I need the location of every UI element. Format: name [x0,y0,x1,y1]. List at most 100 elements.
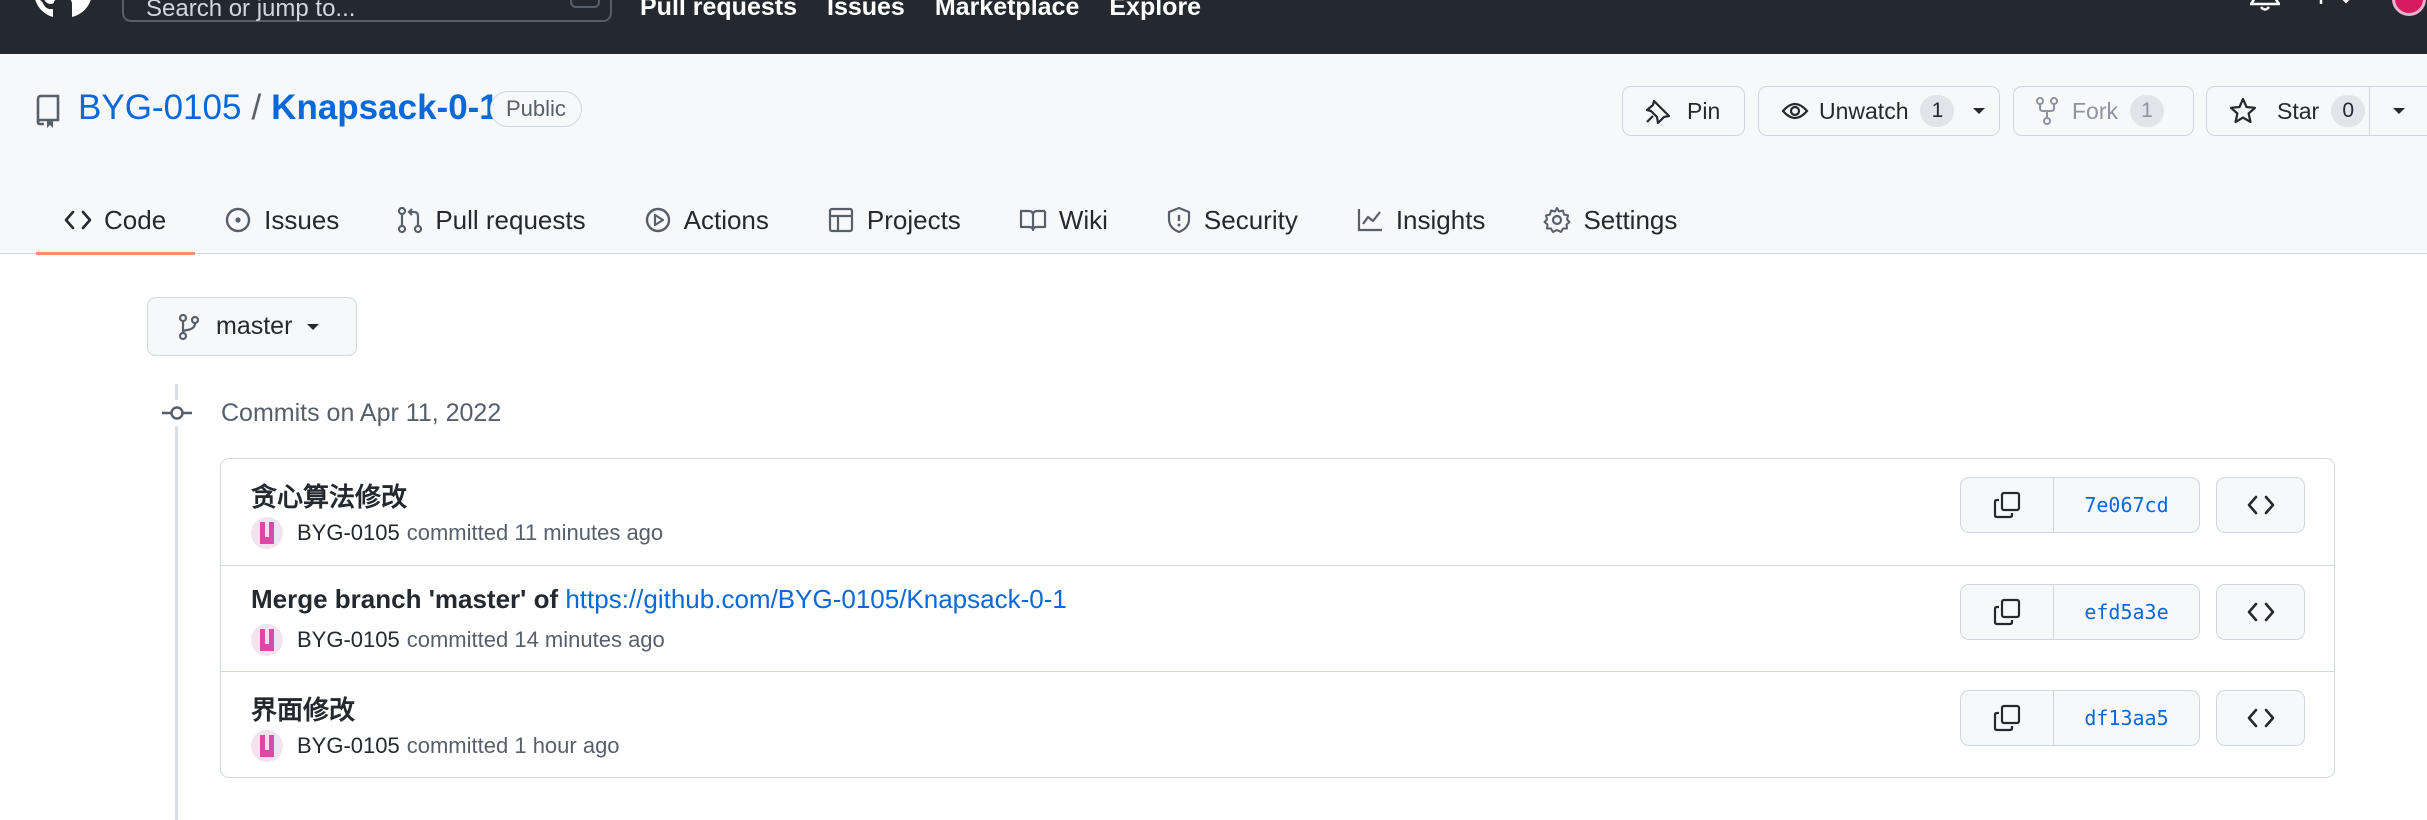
copy-icon [1993,704,2021,732]
book-icon [1019,209,1046,232]
repo-header: BYG-0105 / Knapsack-0-1 Public Pin Unwat… [0,54,2427,255]
tab-security[interactable]: Security [1137,186,1327,254]
tab-insights-label: Insights [1395,204,1486,235]
user-avatar[interactable] [2392,0,2426,16]
chevron-down-icon [2393,108,2405,114]
commit-verb: committed [406,627,509,652]
sha-button-group: efd5a3e [1960,584,2200,640]
tab-security-label: Security [1203,204,1298,235]
commit-message-link[interactable]: 界面修改 [251,690,355,727]
author-avatar[interactable] [251,624,283,656]
star-dropdown-button[interactable] [2369,86,2427,136]
tab-projects[interactable]: Projects [798,186,990,254]
tab-wiki[interactable]: Wiki [990,186,1137,254]
browse-repo-button[interactable] [2216,690,2305,746]
commit-row: Merge branch 'master' of https://github.… [221,565,2334,671]
repo-title: BYG-0105 / Knapsack-0-1 [78,88,499,128]
commit-sha-link[interactable]: efd5a3e [2054,585,2199,639]
copy-icon [1993,491,2021,519]
tab-settings[interactable]: Settings [1514,186,1706,254]
commit-message-link[interactable]: 贪心算法修改 [251,477,407,514]
browse-repo-button[interactable] [2216,477,2305,533]
commit-time: 11 minutes ago [514,520,664,545]
pull-request-icon [398,206,423,234]
star-count: 0 [2331,95,2366,127]
tab-issues-label: Issues [264,204,340,235]
commit-message: 界面修改 [251,695,356,725]
visibility-badge: Public [490,91,582,127]
repo-owner-link[interactable]: BYG-0105 [78,88,241,128]
copy-sha-button[interactable] [1961,691,2054,745]
commit-verb: committed [406,733,509,758]
nav-pull-requests[interactable]: Pull requests [640,0,797,22]
commit-verb: committed [406,520,509,545]
tab-insights[interactable]: Insights [1327,186,1515,254]
commit-message: 贪心算法修改 [251,482,408,512]
tab-issues[interactable]: Issues [195,186,368,254]
chevron-down-icon [1973,108,1986,114]
chevron-down-icon [307,323,320,330]
sha-button-group: 7e067cd [1960,477,2200,533]
commit-group-title: Commits on Apr 11, 2022 [221,399,502,427]
nav-issues[interactable]: Issues [827,0,905,22]
commit-meta: BYG-0105 committed 11 minutes ago [251,517,663,549]
eye-icon [1781,102,1809,120]
unwatch-button[interactable]: Unwatch 1 [1758,86,2000,136]
copy-sha-button[interactable] [1961,478,2054,532]
tab-wiki-label: Wiki [1058,204,1108,235]
table-icon [828,207,853,233]
tab-pull-requests-label: Pull requests [435,204,586,235]
tab-actions[interactable]: Actions [615,186,798,254]
repo-tabs: Code Issues Pull requests Actions Projec… [36,186,1706,255]
gear-icon [1543,207,1571,233]
code-icon [2247,495,2274,515]
author-name-link[interactable]: BYG-0105 [297,627,400,653]
star-button[interactable]: Star 0 [2206,86,2370,136]
code-icon [2247,708,2274,728]
shield-icon [1167,206,1191,234]
copy-sha-button[interactable] [1961,585,2054,639]
pin-button[interactable]: Pin [1622,86,1745,136]
tab-code[interactable]: Code [36,186,196,255]
browse-repo-button[interactable] [2216,584,2305,640]
repo-name-link[interactable]: Knapsack-0-1 [271,88,499,128]
commit-sha-link[interactable]: df13aa5 [2054,691,2199,745]
branch-select-button[interactable]: master [147,297,357,356]
fork-icon [2036,97,2058,125]
tab-code-label: Code [104,204,167,235]
author-name-link[interactable]: BYG-0105 [297,520,400,546]
create-new-icon[interactable] [2310,0,2362,16]
play-icon [645,207,670,233]
issue-icon [225,207,251,233]
code-icon [64,210,92,230]
commit-meta: BYG-0105 committed 14 minutes ago [251,624,665,656]
global-nav: Pull requests Issues Marketplace Explore [640,0,1201,22]
commit-message: Merge branch 'master' of [251,584,566,614]
tab-pull-requests[interactable]: Pull requests [368,186,614,254]
search-shortcut-key: / [570,0,600,8]
github-logo-icon[interactable] [32,0,94,26]
fork-button[interactable]: Fork 1 [2013,86,2194,136]
branch-icon [178,313,200,340]
search-input[interactable]: Search or jump to... / [122,0,612,22]
commit-row: 界面修改 BYG-0105 committed 1 hour ago df13a… [221,671,2334,777]
commit-meta: BYG-0105 committed 1 hour ago [251,730,620,762]
active-tab-underline [36,252,196,255]
repo-icon [36,94,60,128]
bell-icon[interactable] [2250,0,2280,14]
commit-sha-link[interactable]: 7e067cd [2054,478,2199,532]
star-label: Star [2277,97,2320,124]
watch-count: 1 [1920,95,1955,127]
commit-message-url-link[interactable]: https://github.com/BYG-0105/Knapsack-0-1 [565,584,1067,614]
nav-marketplace[interactable]: Marketplace [935,0,1080,22]
author-avatar[interactable] [251,517,283,549]
author-avatar[interactable] [251,730,283,762]
commit-message-link[interactable]: Merge branch 'master' of https://github.… [251,584,1067,615]
nav-explore[interactable]: Explore [1109,0,1201,22]
tab-actions-label: Actions [683,204,769,235]
author-name-link[interactable]: BYG-0105 [297,733,400,759]
sha-button-group: df13aa5 [1960,690,2200,746]
timeline-line [175,384,178,820]
tab-projects-label: Projects [866,204,961,235]
commit-time: 1 hour ago [514,733,620,758]
